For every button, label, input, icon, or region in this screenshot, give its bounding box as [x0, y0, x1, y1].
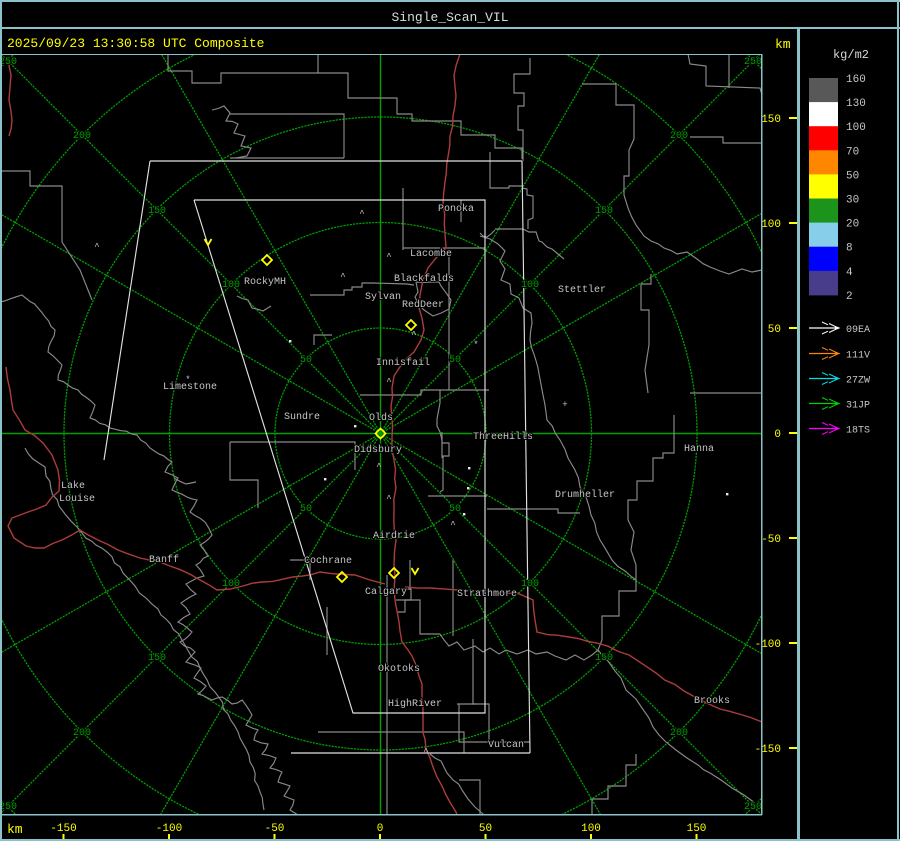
svg-text:150: 150 [148, 206, 166, 217]
svg-text:Ponoka: Ponoka [438, 203, 474, 215]
svg-text:09EA: 09EA [846, 325, 870, 336]
svg-text:50: 50 [300, 504, 312, 515]
svg-text:130: 130 [846, 98, 866, 110]
svg-text:2: 2 [846, 291, 853, 303]
svg-text:27ZW: 27ZW [846, 376, 870, 387]
svg-text:250: 250 [0, 57, 17, 68]
svg-text:100: 100 [846, 122, 866, 134]
svg-text:Cochrane: Cochrane [304, 555, 352, 567]
svg-text:^: ^ [376, 462, 381, 472]
svg-text:100: 100 [581, 823, 601, 835]
svg-text:ThreeHills: ThreeHills [473, 431, 533, 443]
svg-text:Drumheller: Drumheller [555, 489, 615, 501]
svg-text:150: 150 [761, 114, 781, 126]
svg-text:Calgary: Calgary [365, 586, 407, 598]
svg-text:Okotoks: Okotoks [378, 663, 420, 675]
svg-text:150: 150 [595, 206, 613, 217]
svg-text:^: ^ [450, 520, 455, 530]
svg-text:4: 4 [846, 267, 853, 279]
svg-text:^: ^ [94, 242, 99, 252]
svg-text:-50: -50 [761, 534, 781, 546]
svg-text:-100: -100 [156, 823, 182, 835]
svg-text:250: 250 [0, 802, 17, 813]
svg-text:Hanna: Hanna [684, 444, 714, 455]
svg-text:50: 50 [449, 504, 461, 515]
svg-text:Lacombe: Lacombe [410, 248, 452, 260]
svg-text:Sylvan: Sylvan [365, 291, 401, 303]
svg-text:160: 160 [846, 74, 866, 86]
svg-text:-150: -150 [50, 823, 76, 835]
svg-text:200: 200 [670, 131, 688, 142]
svg-text:0: 0 [377, 823, 384, 835]
svg-text:2025/09/23 13:30:58 UTC Compos: 2025/09/23 13:30:58 UTC Composite [7, 36, 264, 51]
svg-text:^: ^ [340, 272, 345, 282]
svg-text:Vulcan: Vulcan [488, 739, 524, 751]
svg-text:+: + [562, 400, 567, 410]
svg-text:111V: 111V [846, 351, 870, 362]
svg-text:200: 200 [73, 728, 91, 739]
svg-text:Olds: Olds [369, 412, 393, 424]
svg-text:Innisfail: Innisfail [376, 357, 430, 369]
svg-text:200: 200 [73, 131, 91, 142]
svg-text:100: 100 [222, 280, 240, 291]
svg-text:^: ^ [386, 377, 391, 387]
svg-text:-50: -50 [265, 823, 285, 835]
svg-text:50: 50 [449, 355, 461, 366]
svg-text:*: * [473, 340, 478, 350]
svg-text:Stettler: Stettler [558, 284, 606, 296]
svg-text:0: 0 [774, 429, 781, 441]
svg-text:20: 20 [846, 219, 859, 231]
svg-text:-100: -100 [755, 639, 781, 651]
svg-text:Lake: Lake [61, 480, 85, 492]
svg-text:250: 250 [744, 802, 762, 813]
svg-text:50: 50 [479, 823, 492, 835]
svg-text:150: 150 [595, 653, 613, 664]
svg-text:Strathmore: Strathmore [457, 588, 517, 600]
svg-text:kg/m2: kg/m2 [833, 48, 869, 62]
svg-text:70: 70 [846, 146, 859, 158]
svg-text:100: 100 [521, 579, 539, 590]
svg-text:^: ^ [411, 330, 416, 340]
svg-text:^: ^ [359, 209, 364, 219]
svg-text:100: 100 [222, 579, 240, 590]
svg-text:50: 50 [300, 355, 312, 366]
svg-text:100: 100 [761, 219, 781, 231]
svg-text:Airdrie: Airdrie [373, 530, 415, 542]
svg-text:Brooks: Brooks [694, 695, 730, 707]
svg-text:Single_Scan_VIL: Single_Scan_VIL [391, 10, 508, 25]
svg-text:^: ^ [386, 494, 391, 504]
svg-text:Louise: Louise [59, 493, 95, 505]
svg-text:RockyMH: RockyMH [244, 276, 286, 288]
svg-text:50: 50 [768, 324, 781, 336]
svg-text:50: 50 [846, 170, 859, 182]
svg-text:Banff: Banff [149, 554, 179, 566]
svg-text:Blackfalds: Blackfalds [394, 273, 454, 285]
svg-text:km: km [775, 37, 791, 52]
svg-text:30: 30 [846, 195, 859, 207]
svg-text:250: 250 [744, 57, 762, 68]
svg-text:100: 100 [521, 280, 539, 291]
svg-text:Sundre: Sundre [284, 411, 320, 423]
svg-text:Didsbury: Didsbury [354, 444, 402, 456]
svg-text:*: * [185, 375, 190, 385]
svg-text:^: ^ [423, 747, 428, 757]
svg-text:-150: -150 [755, 744, 781, 756]
svg-text:200: 200 [670, 728, 688, 739]
svg-text:RedDeer: RedDeer [402, 299, 444, 311]
svg-text:18TS: 18TS [846, 426, 870, 437]
svg-text:km: km [7, 822, 23, 837]
svg-text:31JP: 31JP [846, 401, 870, 412]
svg-text:8: 8 [846, 243, 853, 255]
svg-text:^: ^ [386, 252, 391, 262]
svg-text:150: 150 [148, 653, 166, 664]
svg-text:HighRiver: HighRiver [388, 698, 442, 710]
svg-text:150: 150 [687, 823, 707, 835]
